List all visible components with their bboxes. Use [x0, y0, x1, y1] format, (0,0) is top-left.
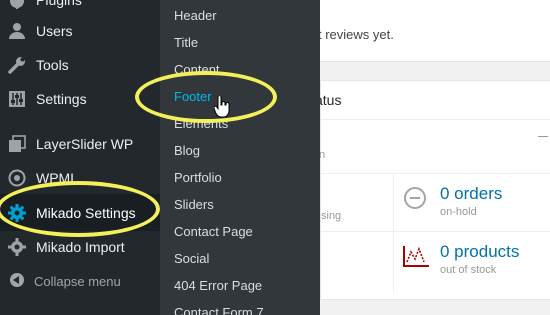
minus-circle-icon: [404, 187, 426, 209]
orders-on-hold-label: on-hold: [440, 206, 477, 218]
sidebar-item-label: WPML: [36, 170, 78, 186]
orders-on-hold-link[interactable]: 0 orders: [440, 184, 502, 204]
submenu-item-footer[interactable]: Footer: [174, 89, 212, 104]
reviews-notice: t reviews yet.: [318, 0, 550, 62]
settings-sliders-icon: [9, 91, 25, 107]
wrench-icon: [8, 57, 25, 74]
wpml-icon: [8, 169, 26, 187]
sidebar-item-label: Mikado Settings: [36, 205, 136, 221]
notice-text: t reviews yet.: [318, 27, 394, 42]
sidebar-item-label: Settings: [36, 91, 87, 107]
submenu-item-404-error-page[interactable]: 404 Error Page: [174, 278, 262, 293]
submenu-item-blog[interactable]: Blog: [174, 143, 200, 158]
toggle-panel-icon[interactable]: [538, 136, 548, 137]
products-out-of-stock-label: out of stock: [440, 264, 497, 276]
admin-sidebar: Plugins Users Tools Settings LayerSlider…: [0, 0, 160, 315]
sidebar-item-users[interactable]: Users: [0, 14, 160, 48]
submenu-item-content[interactable]: Content: [174, 62, 220, 77]
sidebar-item-label: LayerSlider WP: [36, 136, 134, 152]
users-icon: [9, 23, 25, 39]
sidebar-item-label: Mikado Import: [36, 239, 125, 255]
products-out-of-stock-link[interactable]: 0 products: [440, 242, 519, 262]
plugin-icon: [10, 0, 24, 9]
sidebar-item-label: Plugins: [36, 0, 82, 8]
submenu-item-sliders[interactable]: Sliders: [174, 197, 214, 212]
sidebar-item-wpml[interactable]: WPML: [0, 161, 160, 195]
sidebar-item-mikado-import[interactable]: Mikado Import: [0, 230, 160, 264]
stock-chart-icon: [403, 246, 429, 267]
sidebar-item-label: Users: [36, 23, 73, 39]
collapse-menu-button[interactable]: Collapse menu: [34, 274, 121, 289]
sidebar-item-label: Tools: [36, 57, 69, 73]
submenu-item-title[interactable]: Title: [174, 35, 198, 50]
submenu-item-contact-page[interactable]: Contact Page: [174, 224, 253, 239]
divider: [321, 119, 550, 120]
processing-label: sing: [321, 210, 342, 222]
submenu-item-contact-form-7[interactable]: Contact Form 7: [174, 305, 264, 315]
woocommerce-status-box: atus n sing 0 orders on-hold 0 products …: [315, 80, 550, 300]
layers-icon: [9, 135, 26, 152]
gear-icon: [8, 204, 26, 222]
sidebar-item-layerslider[interactable]: LayerSlider WP: [0, 127, 160, 161]
collapse-arrow-icon[interactable]: [10, 273, 24, 287]
submenu-item-header[interactable]: Header: [174, 8, 217, 23]
divider: [393, 173, 394, 293]
submenu-item-social[interactable]: Social: [174, 251, 209, 266]
sidebar-item-settings[interactable]: Settings: [0, 82, 160, 116]
hand-cursor-icon: [214, 96, 230, 118]
sidebar-item-mikado-settings[interactable]: Mikado Settings: [0, 196, 160, 230]
submenu-item-portfolio[interactable]: Portfolio: [174, 170, 222, 185]
dashboard-main: t reviews yet. atus n sing 0 orders on-h…: [315, 0, 550, 315]
divider: [321, 173, 550, 174]
mikado-settings-submenu: Header Title Content Footer Elements Blo…: [160, 0, 320, 315]
divider: [321, 231, 550, 232]
sidebar-item-tools[interactable]: Tools: [0, 48, 160, 82]
gear-icon: [8, 238, 26, 256]
submenu-item-elements[interactable]: Elements: [174, 116, 228, 131]
